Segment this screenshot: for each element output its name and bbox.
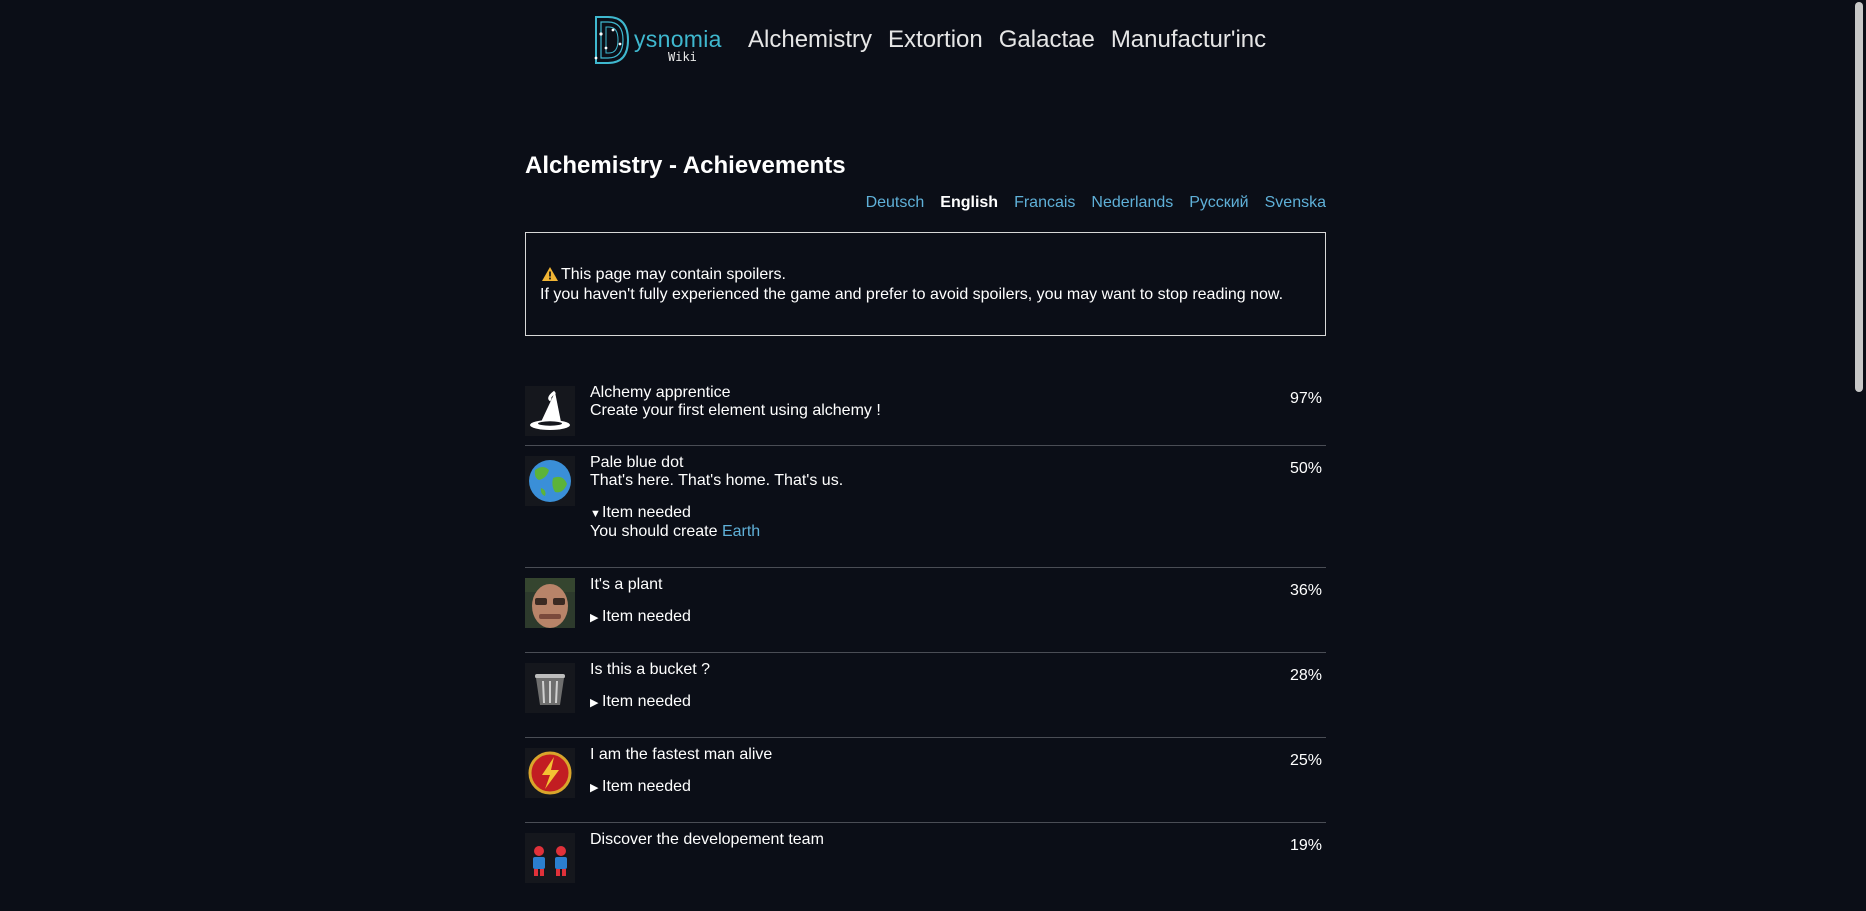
face-photo-icon [525,578,575,628]
spoiler-line-1: This page may contain spoilers. [561,266,786,283]
item-needed-detail: You should create Earth [590,523,1326,541]
nav-link-extortion[interactable]: Extortion [888,26,983,54]
item-link-earth[interactable]: Earth [722,523,760,540]
achievement-percent: 28% [1289,667,1322,684]
achievement-description: That's here. That's home. That's us. [590,472,844,489]
triangle-right-icon: ▶ [590,782,599,794]
page-title: Alchemistry - Achievements [525,152,846,179]
nav-link-galactae[interactable]: Galactae [999,26,1095,54]
item-needed-label: Item needed [602,608,691,625]
achievement-row: Pale blue dot That's here. That's home. … [525,446,1326,568]
warning-icon [542,267,558,286]
triangle-down-icon: ▼ [590,508,601,520]
language-link-russian[interactable]: Русский [1189,194,1248,212]
achievement-row: I am the fastest man alive ▶ Item needed … [525,738,1326,823]
language-link-english[interactable]: English [940,194,998,212]
achievement-title: Alchemy apprentice [590,384,731,401]
item-needed-label: Item needed [602,504,691,521]
item-needed-label: Item needed [602,778,691,795]
item-needed-toggle[interactable]: ▼Item needed [590,504,1326,523]
spoiler-warning-box: This page may contain spoilers. If you h… [525,232,1326,336]
triangle-right-icon: ▶ [590,697,599,709]
two-people-icon [525,833,575,883]
achievement-percent: 19% [1289,837,1322,854]
logo-name: ysnomia [634,26,722,52]
achievement-row: It's a plant ▶ Item needed 36% [525,568,1326,653]
earth-icon [525,456,575,506]
scrollbar-thumb[interactable] [1855,2,1863,392]
item-needed-label: Item needed [602,693,691,710]
lightning-bolt-icon [525,748,575,798]
top-navigation: ysnomia Wiki Alchemistry Extortion Galac… [592,12,1282,68]
dysnomia-logo-icon [594,16,630,64]
achievement-percent: 97% [1289,390,1322,407]
achievement-percent: 25% [1289,752,1322,769]
language-link-nederlands[interactable]: Nederlands [1091,194,1173,212]
logo-subtitle: Wiki [668,50,697,64]
achievement-title: Is this a bucket ? [590,661,711,678]
item-needed-toggle[interactable]: ▶ Item needed [590,693,1326,712]
achievement-percent: 50% [1289,460,1322,477]
achievement-title: It's a plant [590,576,663,593]
achievement-row: Alchemy apprentice Create your first ele… [525,376,1326,446]
achievement-row: Is this a bucket ? ▶ Item needed 28% [525,653,1326,738]
main-content: Alchemistry - Achievements Deutsch Engli… [525,150,1326,893]
witch-hat-icon [525,386,575,436]
language-link-svenska[interactable]: Svenska [1265,194,1326,212]
spoiler-line-2: If you haven't fully experienced the gam… [540,286,1284,303]
item-needed-text: You should create [590,523,722,540]
achievement-title: Pale blue dot [590,454,684,471]
achievement-list: Alchemy apprentice Create your first ele… [525,376,1326,893]
language-selector: Deutsch English Francais Nederlands Русс… [525,194,1326,212]
achievement-row: Discover the developement team 19% [525,823,1326,893]
language-link-francais[interactable]: Francais [1014,194,1075,212]
nav-link-manufacturinc[interactable]: Manufactur'inc [1111,26,1266,54]
page-scrollbar[interactable] [1851,0,1866,911]
achievement-title: I am the fastest man alive [590,746,773,763]
triangle-right-icon: ▶ [590,612,599,624]
item-needed-toggle[interactable]: ▶ Item needed [590,608,1326,627]
page: ysnomia Wiki Alchemistry Extortion Galac… [0,0,1866,911]
nav-link-alchemistry[interactable]: Alchemistry [748,26,872,54]
item-needed-toggle[interactable]: ▶ Item needed [590,778,1326,797]
achievement-percent: 36% [1289,582,1322,599]
site-logo[interactable]: ysnomia Wiki [592,14,728,66]
trash-bin-icon [525,663,575,713]
language-link-deutsch[interactable]: Deutsch [866,194,925,212]
achievement-title: Discover the developement team [590,831,824,848]
achievement-description: Create your first element using alchemy … [590,402,881,419]
